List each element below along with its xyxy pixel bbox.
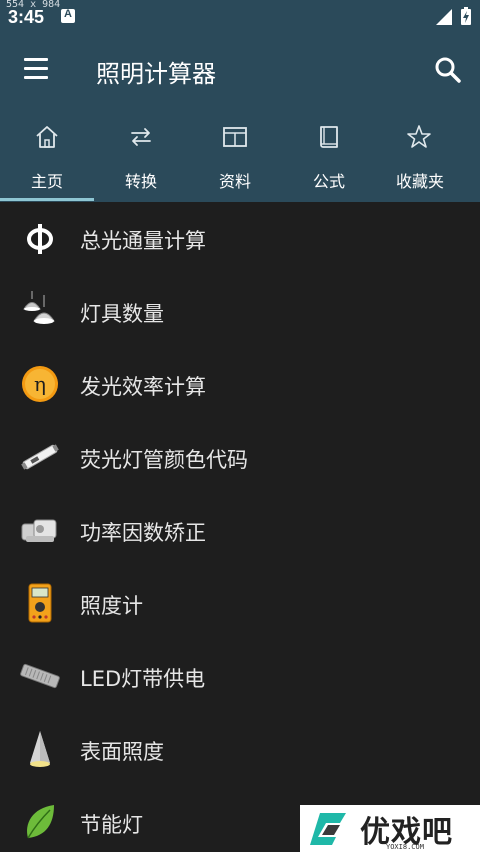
- menu-button[interactable]: [22, 56, 52, 82]
- hamburger-icon: [24, 58, 48, 61]
- list-item-label: 灯具数量: [80, 302, 164, 326]
- app-bar: 照明计算器: [0, 34, 480, 106]
- list-item-fluorescent-color-code[interactable]: 荧光灯管颜色代码: [0, 421, 480, 494]
- swap-arrows-icon: [131, 128, 151, 146]
- tab-label: 资料: [218, 172, 251, 191]
- led-power-supply-icon: [20, 663, 60, 689]
- book-icon: [320, 126, 338, 148]
- pendant-lamps-icon: [23, 291, 55, 324]
- status-time: 3:45: [8, 7, 45, 27]
- list-item-surface-illuminance[interactable]: 表面照度: [0, 713, 480, 786]
- watermark-logo: 优戏吧 YOXI8.COM: [300, 805, 480, 852]
- list-item-label: 节能灯: [80, 813, 143, 837]
- light-cone-icon: [30, 731, 50, 767]
- status-bar: 554 x 984 3:45: [0, 0, 480, 34]
- table-icon: [223, 127, 247, 147]
- list-item-luminaire-count[interactable]: 灯具数量: [0, 275, 480, 348]
- phi-symbol-icon: [27, 224, 53, 254]
- list-item-label: LED灯带供电: [80, 667, 206, 691]
- tab-convert[interactable]: 转换: [94, 106, 188, 202]
- tab-bar: 主页 转换 资料 公式 收藏夹: [0, 106, 480, 202]
- tab-label: 收藏夹: [395, 172, 444, 191]
- hamburger-icon-line: [24, 67, 48, 70]
- list-item-label: 功率因数矫正: [80, 521, 206, 545]
- svg-text:η: η: [34, 372, 46, 396]
- list-item-label: 表面照度: [80, 740, 164, 764]
- tab-label: 公式: [312, 172, 345, 191]
- list-item-total-luminous-flux[interactable]: 总光通量计算: [0, 202, 480, 275]
- list-item-label: 总光通量计算: [80, 229, 206, 253]
- watermark-mark-icon: [310, 813, 346, 845]
- star-icon: [407, 125, 431, 148]
- green-leaf-icon: [27, 805, 54, 839]
- capacitor-icon: [21, 519, 57, 542]
- battery-charging-icon: [461, 7, 471, 25]
- list-item-power-factor-correction[interactable]: 功率因数矫正: [0, 494, 480, 567]
- list-item-luminous-efficacy[interactable]: η 发光效率计算: [0, 348, 480, 421]
- tab-favorites[interactable]: 收藏夹: [376, 106, 480, 202]
- list-item-label: 照度计: [80, 594, 143, 618]
- search-icon[interactable]: [434, 56, 462, 84]
- app-title: 照明计算器: [96, 60, 216, 88]
- fluorescent-tube-icon: [21, 444, 59, 470]
- signal-icon: [436, 9, 452, 25]
- list-item-label: 发光效率计算: [80, 375, 206, 399]
- list-item-label: 荧光灯管颜色代码: [80, 448, 248, 472]
- tab-formula[interactable]: 公式: [282, 106, 376, 202]
- tab-indicator: [0, 198, 94, 201]
- list-item-lux-meter[interactable]: 照度计: [0, 567, 480, 640]
- lux-meter-icon: [28, 583, 52, 623]
- home-icon: [36, 126, 58, 148]
- tab-data[interactable]: 资料: [188, 106, 282, 202]
- watermark-subtext: YOXI8.COM: [386, 843, 424, 851]
- tab-home[interactable]: 主页: [0, 106, 94, 202]
- hamburger-icon-line: [24, 76, 48, 79]
- tab-label: 主页: [30, 172, 63, 191]
- list-item-led-strip-power[interactable]: LED灯带供电: [0, 640, 480, 713]
- tab-label: 转换: [124, 172, 157, 191]
- eta-orange-circle-icon: η: [22, 366, 58, 402]
- notification-a-icon: [61, 8, 75, 23]
